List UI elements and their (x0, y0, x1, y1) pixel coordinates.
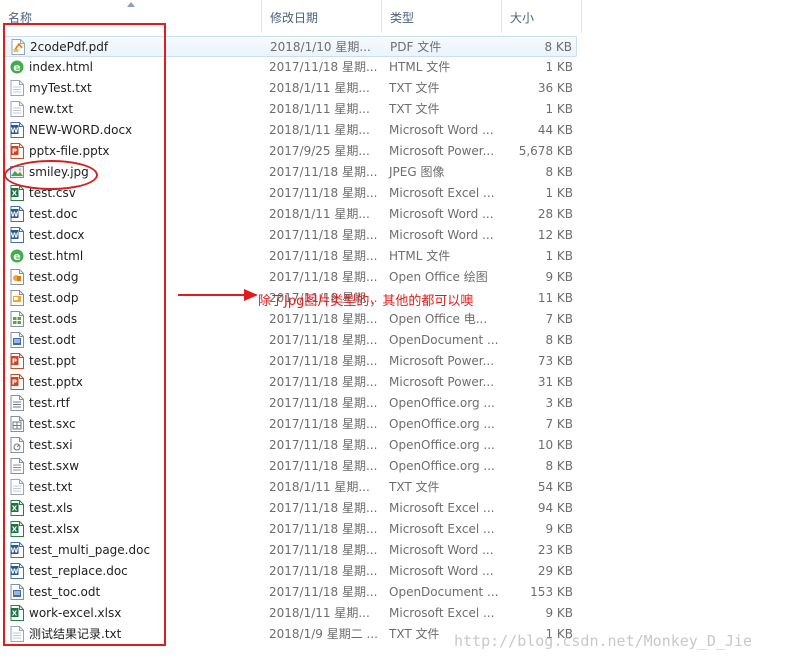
file-date-modified: 2017/11/18 星期... (269, 354, 378, 368)
file-size: 8 KB (544, 40, 572, 54)
file-date-modified: 2017/11/18 星期... (269, 585, 378, 599)
file-date-modified: 2018/1/9 星期二 ... (269, 627, 378, 641)
file-date-modified: 2018/1/11 星期... (269, 81, 370, 95)
file-date-modified: 2017/11/18 星期... (269, 417, 378, 431)
file-date-modified: 2018/1/11 星期... (269, 606, 370, 620)
file-date-modified: 2017/11/18 星期... (269, 249, 378, 263)
file-type: Microsoft Word ... (389, 543, 494, 557)
file-type: OpenDocument ... (389, 333, 499, 347)
annotation-arrow-icon (178, 289, 258, 301)
file-date-modified: 2018/1/11 星期... (269, 207, 370, 221)
file-type: TXT 文件 (389, 102, 440, 116)
file-date-modified: 2018/1/10 星期... (270, 40, 371, 54)
file-type: Microsoft Word ... (389, 207, 494, 221)
watermark: http://blog.csdn.net/Monkey_D_Jie (454, 632, 753, 650)
file-size: 8 KB (545, 459, 573, 473)
file-size: 11 KB (537, 291, 573, 305)
file-date-modified: 2017/9/25 星期... (269, 144, 370, 158)
sort-ascending-icon (127, 2, 135, 7)
file-size: 44 KB (537, 123, 573, 137)
file-type: Microsoft Excel ... (389, 606, 495, 620)
file-size: 23 KB (537, 543, 573, 557)
file-type: TXT 文件 (389, 480, 440, 494)
file-type: OpenOffice.org ... (389, 417, 495, 431)
file-date-modified: 2017/11/18 星期... (269, 333, 378, 347)
file-size: 8 KB (545, 165, 573, 179)
file-type: TXT 文件 (389, 81, 440, 95)
file-date-modified: 2018/1/11 星期... (269, 123, 370, 137)
file-size: 1 KB (545, 102, 573, 116)
file-type: Microsoft Power... (389, 375, 495, 389)
file-type: HTML 文件 (389, 60, 451, 74)
file-type: JPEG 图像 (389, 165, 445, 179)
file-type: Microsoft Word ... (389, 123, 494, 137)
file-size: 9 KB (545, 522, 573, 536)
file-type: Open Office 绘图 (389, 270, 488, 284)
file-type: Microsoft Excel ... (389, 186, 495, 200)
file-type: OpenOffice.org ... (389, 459, 495, 473)
file-date-modified: 2017/11/18 星期... (269, 543, 378, 557)
file-size: 8 KB (545, 333, 573, 347)
file-date-modified: 2017/11/18 星期... (269, 165, 378, 179)
file-date-modified: 2017/11/18 星期... (269, 375, 378, 389)
file-type: Microsoft Word ... (389, 228, 494, 242)
annotation-text: 除了Jpg图片类型的，其他的都可以噢 (258, 294, 474, 309)
file-size: 7 KB (545, 312, 573, 326)
file-size: 1 KB (545, 186, 573, 200)
file-date-modified: 2017/11/18 星期... (269, 564, 378, 578)
column-header-type[interactable]: 类型 (382, 0, 502, 33)
file-date-modified: 2017/11/18 星期... (269, 186, 378, 200)
file-size: 54 KB (537, 480, 573, 494)
file-size: 29 KB (537, 564, 573, 578)
file-size: 153 KB (530, 585, 573, 599)
file-size: 36 KB (537, 81, 573, 95)
file-size: 28 KB (537, 207, 573, 221)
file-type: Microsoft Power... (389, 354, 495, 368)
column-header-size[interactable]: 大小 (502, 0, 582, 33)
file-date-modified: 2017/11/18 星期... (269, 270, 378, 284)
file-size: 31 KB (537, 375, 573, 389)
file-date-modified: 2017/11/18 星期... (269, 459, 378, 473)
file-date-modified: 2017/11/18 星期... (269, 501, 378, 515)
file-date-modified: 2018/1/11 星期... (269, 102, 370, 116)
highlight-ellipse (4, 160, 98, 190)
file-size: 94 KB (537, 501, 573, 515)
file-type: HTML 文件 (389, 249, 451, 263)
file-type: Open Office 电... (389, 312, 488, 326)
file-date-modified: 2017/11/18 星期... (269, 228, 378, 242)
file-date-modified: 2017/11/18 星期... (269, 522, 378, 536)
file-type: TXT 文件 (389, 627, 440, 641)
file-type: OpenDocument ... (389, 585, 499, 599)
file-size: 1 KB (545, 249, 573, 263)
file-size: 12 KB (537, 228, 573, 242)
file-size: 7 KB (545, 417, 573, 431)
file-date-modified: 2018/1/11 星期... (269, 480, 370, 494)
file-date-modified: 2017/11/18 星期... (269, 312, 378, 326)
file-type: PDF 文件 (390, 40, 442, 54)
file-size: 5,678 KB (518, 144, 573, 158)
file-type: Microsoft Excel ... (389, 501, 495, 515)
highlight-rectangle (3, 23, 166, 646)
column-header-date-modified[interactable]: 修改日期 (262, 0, 382, 33)
file-size: 10 KB (537, 438, 573, 452)
file-type: Microsoft Excel ... (389, 522, 495, 536)
file-date-modified: 2017/11/18 星期... (269, 60, 378, 74)
file-size: 9 KB (545, 606, 573, 620)
file-size: 73 KB (537, 354, 573, 368)
file-type: OpenOffice.org ... (389, 396, 495, 410)
file-size: 9 KB (545, 270, 573, 284)
file-date-modified: 2017/11/18 星期... (269, 438, 378, 452)
file-date-modified: 2017/11/18 星期... (269, 396, 378, 410)
file-type: Microsoft Word ... (389, 564, 494, 578)
file-size: 1 KB (545, 60, 573, 74)
file-size: 3 KB (545, 396, 573, 410)
file-type: Microsoft Power... (389, 144, 495, 158)
file-type: OpenOffice.org ... (389, 438, 495, 452)
